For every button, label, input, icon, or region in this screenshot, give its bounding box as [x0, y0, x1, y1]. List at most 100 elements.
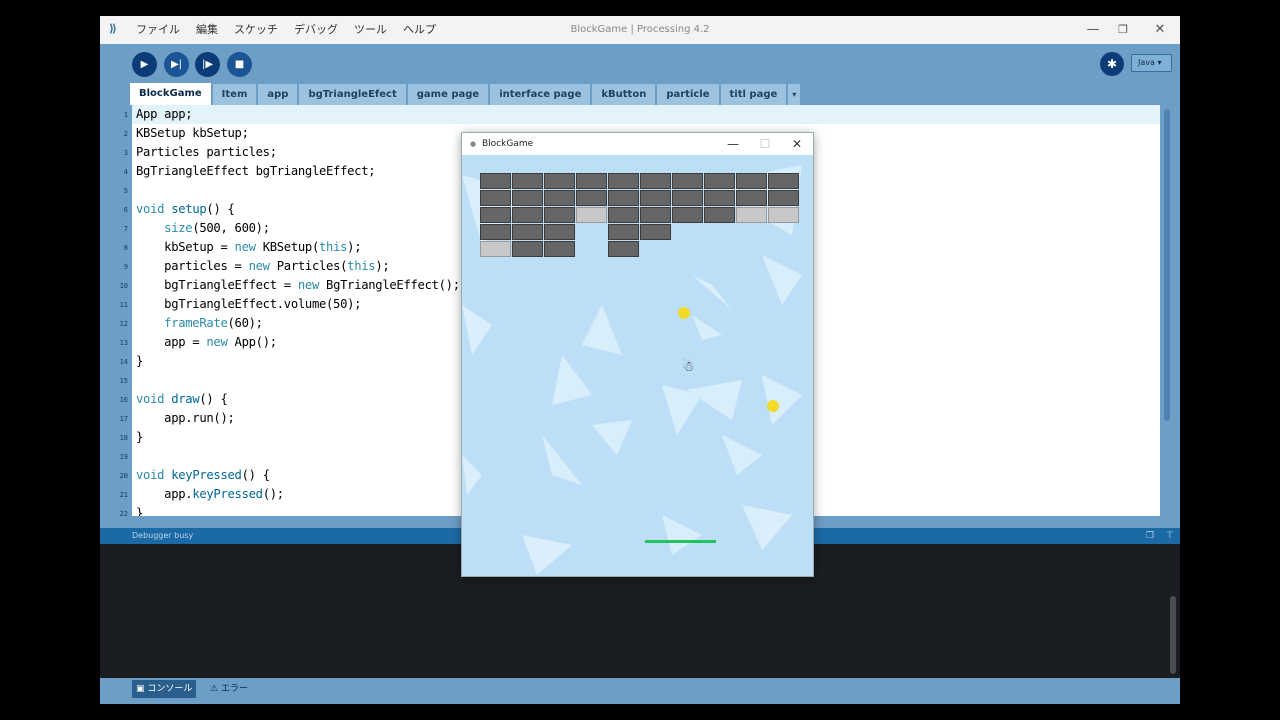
code-token: app.run(); — [136, 411, 235, 425]
code-token: this — [319, 240, 348, 254]
brick — [640, 224, 671, 240]
continue-button[interactable]: |▶ — [195, 52, 220, 77]
code-token: particles = — [136, 259, 249, 273]
code-token: void — [136, 202, 165, 216]
brick — [576, 190, 607, 206]
code-line: } — [136, 354, 143, 368]
stop-button[interactable]: ■ — [227, 52, 252, 77]
tab-particle[interactable]: particle — [657, 84, 719, 105]
brick — [544, 207, 575, 223]
brick — [480, 207, 511, 223]
editor-right-margin — [1160, 105, 1180, 516]
close-button[interactable]: ✕ — [1142, 16, 1178, 44]
line-number: 19 — [119, 453, 128, 461]
copy-icon[interactable]: ❐ — [1146, 528, 1154, 544]
line-number-gutter: 1 2 3 4 5 6 7 8 9 10 11 12 13 14 15 16 17 18 19 20 21 22 — [100, 105, 132, 516]
brick — [608, 224, 639, 240]
console-tab[interactable]: ▣ コンソール — [132, 680, 197, 698]
code-token: } — [136, 506, 144, 516]
code-token: new — [248, 259, 270, 273]
line-number: 1 — [123, 111, 128, 119]
code-token: kbSetup = — [136, 240, 235, 254]
code-token: () { — [241, 468, 270, 482]
debugger-button[interactable]: ✱ — [1100, 52, 1124, 76]
code-token: app = — [136, 335, 207, 349]
tab-bgtriangleefect[interactable]: bgTriangleEfect — [299, 84, 406, 105]
brick — [480, 190, 511, 206]
brick — [480, 173, 511, 189]
code-token: App app; — [136, 107, 193, 121]
sketch-close-button[interactable]: ✕ — [781, 133, 813, 155]
brick — [576, 207, 607, 223]
console-icon: ▣ — [136, 684, 148, 694]
collapse-console-icon[interactable]: ⊤ — [1166, 528, 1174, 544]
brick — [512, 207, 543, 223]
tab-titl-page[interactable]: titl page — [720, 84, 787, 105]
line-number: 8 — [123, 244, 128, 252]
line-number: 2 — [123, 130, 128, 138]
code-token: void — [136, 468, 165, 482]
code-token: KBSetup( — [255, 240, 320, 254]
line-number: 20 — [119, 472, 128, 480]
console-scrollbar-thumb[interactable] — [1170, 596, 1176, 674]
sketch-minimize-button[interactable]: — — [717, 133, 749, 155]
code-line: void setup() { — [136, 202, 235, 216]
editor-scrollbar-thumb[interactable] — [1164, 109, 1170, 421]
code-line: } — [136, 506, 143, 516]
code-line: bgTriangleEffect.volume(50); — [136, 297, 361, 311]
brick — [512, 173, 543, 189]
sketch-window-title: BlockGame — [482, 139, 534, 149]
tabs-overflow-menu[interactable]: ▾ — [788, 84, 801, 105]
run-button[interactable]: ▶ — [132, 52, 157, 77]
code-line: Particles particles; — [136, 145, 277, 159]
line-number: 5 — [123, 187, 128, 195]
ball — [678, 307, 690, 319]
code-token: } — [136, 354, 144, 368]
sketch-maximize-button: ☐ — [759, 137, 771, 151]
line-number: 15 — [119, 377, 128, 385]
code-line: size(500, 600); — [136, 221, 270, 235]
brick — [704, 190, 735, 206]
code-token: (60); — [227, 316, 264, 330]
line-number: 4 — [123, 168, 128, 176]
errors-tab[interactable]: ⚠ エラー — [206, 680, 252, 698]
sketch-window: ● BlockGame — ☐ ✕ ☃ — [461, 132, 814, 577]
tab-interface-page[interactable]: interface page — [490, 84, 591, 105]
java-app-icon: ● — [470, 140, 477, 148]
brick — [736, 173, 767, 189]
code-token: bgTriangleEffect = — [136, 278, 298, 292]
line-number: 16 — [119, 396, 128, 404]
tab-blockgame[interactable]: BlockGame — [130, 83, 211, 105]
tab-app[interactable]: app — [258, 84, 298, 105]
brick — [512, 241, 543, 257]
tab-item[interactable]: Item — [212, 84, 257, 105]
line-number: 3 — [123, 149, 128, 157]
code-token: () { — [199, 392, 228, 406]
game-canvas[interactable]: ☃ — [462, 155, 813, 576]
code-line: BgTriangleEffect bgTriangleEffect; — [136, 164, 376, 178]
maximize-button[interactable]: ❐ — [1105, 16, 1141, 44]
line-number: 12 — [119, 320, 128, 328]
sketch-title-bar: ● BlockGame — ☐ ✕ — [462, 133, 813, 155]
step-button[interactable]: ▶| — [164, 52, 189, 77]
line-number: 21 — [119, 491, 128, 499]
tab-kbutton[interactable]: kButton — [592, 84, 656, 105]
brick — [544, 190, 575, 206]
brick — [672, 190, 703, 206]
mode-selector[interactable]: Java ▾ — [1131, 54, 1172, 72]
brick — [480, 241, 511, 257]
code-line: App app; — [136, 107, 193, 121]
code-token: BgTriangleEffect(); — [319, 278, 460, 292]
code-token: new — [206, 335, 228, 349]
brick — [640, 207, 671, 223]
tab-game-page[interactable]: game page — [407, 84, 489, 105]
code-token: (500, 600); — [192, 221, 270, 235]
paddle[interactable] — [645, 540, 716, 543]
brick — [576, 173, 607, 189]
brick — [704, 173, 735, 189]
brick — [512, 190, 543, 206]
code-token: setup — [171, 202, 207, 216]
step-icon: ▶| — [170, 59, 183, 70]
code-token: bgTriangleEffect.volume(50); — [136, 297, 362, 311]
